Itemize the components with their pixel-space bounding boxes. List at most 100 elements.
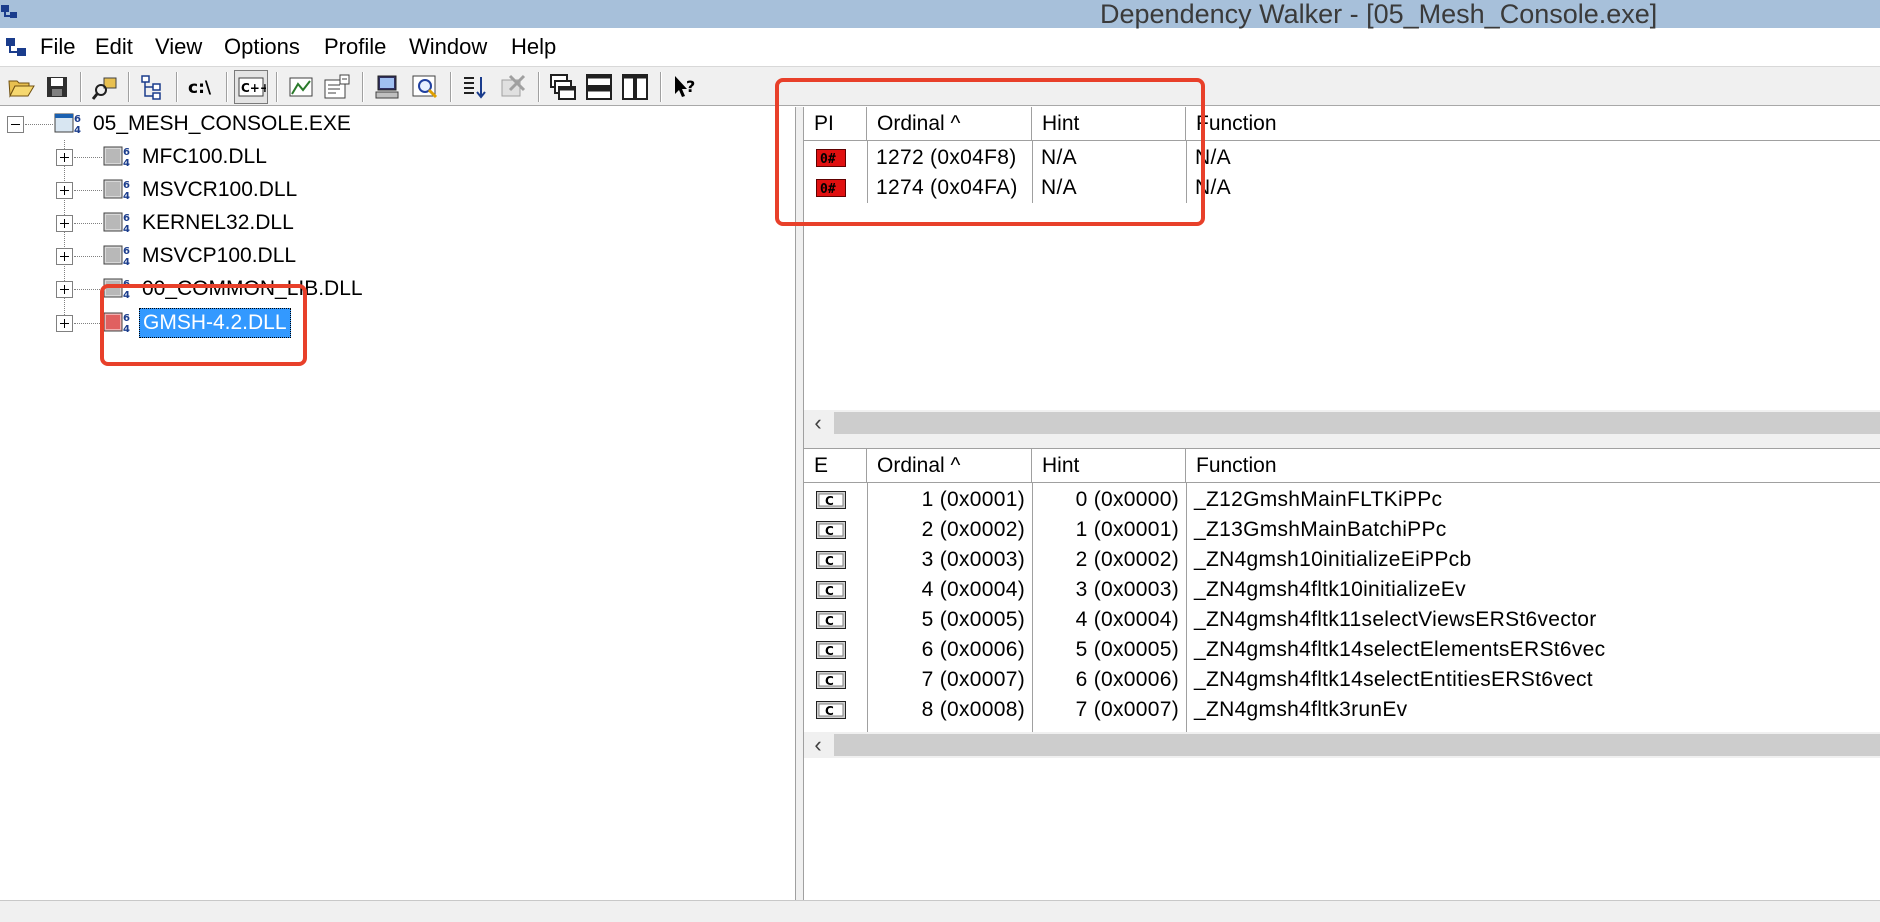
tree-item-common-lib[interactable]: 00_COMMON_LIB.DLL — [139, 274, 366, 304]
svg-text:0#: 0# — [820, 152, 836, 167]
tree-item-msvcr100[interactable]: MSVCR100.DLL — [139, 175, 300, 205]
table-row[interactable]: C 5 (0x0005) 4 (0x0004) _ZN4gmsh4fltk11s… — [804, 605, 1880, 635]
table-row[interactable]: C 4 (0x0004) 3 (0x0003) _ZN4gmsh4fltk10i… — [804, 575, 1880, 605]
tree-item-root[interactable]: 05_MESH_CONSOLE.EXE — [90, 109, 354, 139]
expand-toggle[interactable] — [56, 215, 73, 232]
ordinal-cell: 6 (0x0006) — [921, 638, 1025, 661]
table-row[interactable]: C 3 (0x0003) 2 (0x0002) _ZN4gmsh10initia… — [804, 545, 1880, 575]
ordinal-cell: 5 (0x0005) — [921, 608, 1025, 631]
expand-toggle[interactable] — [56, 182, 73, 199]
copy-icon[interactable] — [88, 70, 122, 104]
menu-bar: File Edit View Options Profile Window He… — [0, 30, 1880, 62]
expand-toggle[interactable] — [56, 149, 73, 166]
menu-file[interactable]: File — [40, 32, 75, 62]
horizontal-splitter[interactable] — [804, 436, 1880, 449]
svg-text:C: C — [825, 494, 834, 508]
tree-item-msvcp100[interactable]: MSVCP100.DLL — [139, 241, 299, 271]
ordinal-cell: 1272 (0x04F8) — [876, 146, 1017, 169]
expand-toggle[interactable] — [56, 281, 73, 298]
function-cell: _ZN4gmsh10initializeEiPPcb — [1194, 548, 1472, 571]
undecorate-cpp-icon[interactable]: c:\ — [184, 70, 218, 104]
ordinal-cell: 7 (0x0007) — [921, 668, 1025, 691]
missing-ordinal-icon: 0# — [816, 149, 846, 167]
properties-icon[interactable] — [320, 70, 354, 104]
highlight-matching-icon[interactable] — [284, 70, 318, 104]
toolbar-separator — [538, 72, 540, 102]
collapse-toggle[interactable] — [7, 116, 24, 133]
dependency-walker-app-icon[interactable] — [0, 2, 22, 24]
module-dependency-tree[interactable]: 6 4 05_MESH_CONSOLE.EXE 64 MFC100.DLL 64… — [0, 107, 795, 922]
table-row[interactable]: 0# 1274 (0x04FA) N/A N/A — [804, 173, 1880, 203]
column-header-pi[interactable]: PI — [804, 107, 867, 141]
column-header-e[interactable]: E — [804, 449, 867, 483]
svg-text:0#: 0# — [820, 182, 836, 197]
column-header-ordinal[interactable]: Ordinal ^ — [867, 107, 1032, 141]
function-cell: N/A — [1195, 176, 1231, 199]
scroll-left-arrow-icon[interactable]: ‹ — [804, 410, 832, 436]
table-row[interactable]: C 6 (0x0006) 5 (0x0005) _ZN4gmsh4fltk14s… — [804, 635, 1880, 665]
function-cell: N/A — [1195, 146, 1231, 169]
scrollbar-thumb[interactable] — [834, 734, 1880, 756]
table-row[interactable]: C 7 (0x0007) 6 (0x0006) _ZN4gmsh4fltk14s… — [804, 665, 1880, 695]
system-information-icon[interactable] — [370, 70, 404, 104]
svg-text:4: 4 — [123, 224, 130, 234]
svg-text:C: C — [825, 584, 834, 598]
scrollbar-thumb[interactable] — [834, 412, 1880, 434]
table-row[interactable]: C 8 (0x0008) 7 (0x0007) _ZN4gmsh4fltk3ru… — [804, 695, 1880, 725]
exports-list[interactable]: E Ordinal ^ Hint Function C 1 (0x0001) 0… — [804, 449, 1880, 900]
menu-view[interactable]: View — [155, 32, 202, 62]
context-help-icon[interactable]: ? — [668, 70, 702, 104]
svg-text:C: C — [825, 554, 834, 568]
profile-icon[interactable] — [496, 70, 530, 104]
column-header-hint[interactable]: Hint — [1032, 449, 1186, 483]
menu-help[interactable]: Help — [511, 32, 556, 62]
parent-imports-list[interactable]: PI Ordinal ^ Hint Function 0# 1272 (0x04… — [804, 107, 1880, 436]
open-icon[interactable] — [4, 70, 38, 104]
toolbar-separator — [362, 72, 364, 102]
svg-text:C: C — [825, 644, 834, 658]
horizontal-scrollbar[interactable]: ‹ — [804, 732, 1880, 758]
cascade-windows-icon[interactable] — [546, 70, 580, 104]
vertical-splitter[interactable] — [795, 107, 804, 922]
cpp-function-icon: C — [816, 641, 846, 659]
ordinal-cell: 4 (0x0004) — [921, 578, 1025, 601]
sort-icon[interactable] — [458, 70, 492, 104]
tree-item-mfc100[interactable]: MFC100.DLL — [139, 142, 270, 172]
view-full-paths-icon[interactable] — [136, 70, 170, 104]
column-header-ordinal[interactable]: Ordinal ^ — [867, 449, 1032, 483]
svg-text:6: 6 — [123, 313, 130, 324]
error-module-icon: 64 — [103, 312, 130, 334]
module-icon: 64 — [103, 179, 130, 201]
tree-item-kernel32[interactable]: KERNEL32.DLL — [139, 208, 297, 238]
cpp-function-icon: C — [816, 551, 846, 569]
save-icon[interactable] — [40, 70, 74, 104]
column-header-hint[interactable]: Hint — [1032, 107, 1186, 141]
expand-toggle[interactable] — [56, 315, 73, 332]
table-row[interactable]: C 2 (0x0002) 1 (0x0001) _Z13GmshMainBatc… — [804, 515, 1880, 545]
find-icon[interactable] — [408, 70, 442, 104]
tile-horizontal-icon[interactable] — [582, 70, 616, 104]
function-cell: _ZN4gmsh4fltk3runEv — [1194, 698, 1408, 721]
toolbar-separator — [450, 72, 452, 102]
tile-vertical-icon[interactable] — [618, 70, 652, 104]
tree-item-gmsh[interactable]: GMSH-4.2.DLL — [139, 308, 291, 338]
hint-cell: 7 (0x0007) — [1075, 698, 1179, 721]
table-row[interactable]: C 1 (0x0001) 0 (0x0000) _Z12GmshMainFLTK… — [804, 485, 1880, 515]
cpp-function-icon: C — [816, 611, 846, 629]
function-cell: _ZN4gmsh4fltk10initializeEv — [1194, 578, 1466, 601]
table-row[interactable]: 0# 1272 (0x04F8) N/A N/A — [804, 143, 1880, 173]
menu-options[interactable]: Options — [224, 32, 300, 62]
svg-text:4: 4 — [74, 125, 81, 135]
scroll-left-arrow-icon[interactable]: ‹ — [804, 732, 832, 758]
hint-cell: 3 (0x0003) — [1075, 578, 1179, 601]
expand-toggle[interactable] — [56, 248, 73, 265]
cpp-functions-icon[interactable]: C++ — [234, 70, 268, 104]
horizontal-scrollbar[interactable]: ‹ — [804, 410, 1880, 436]
menu-edit[interactable]: Edit — [95, 32, 133, 62]
menu-profile[interactable]: Profile — [324, 32, 386, 62]
column-header-function[interactable]: Function — [1186, 449, 1880, 483]
menu-window[interactable]: Window — [409, 32, 487, 62]
column-header-function[interactable]: Function — [1186, 107, 1880, 141]
function-cell: _ZN4gmsh4fltk14selectEntitiesERSt6vect — [1194, 668, 1593, 691]
document-system-menu-icon[interactable] — [4, 36, 30, 58]
